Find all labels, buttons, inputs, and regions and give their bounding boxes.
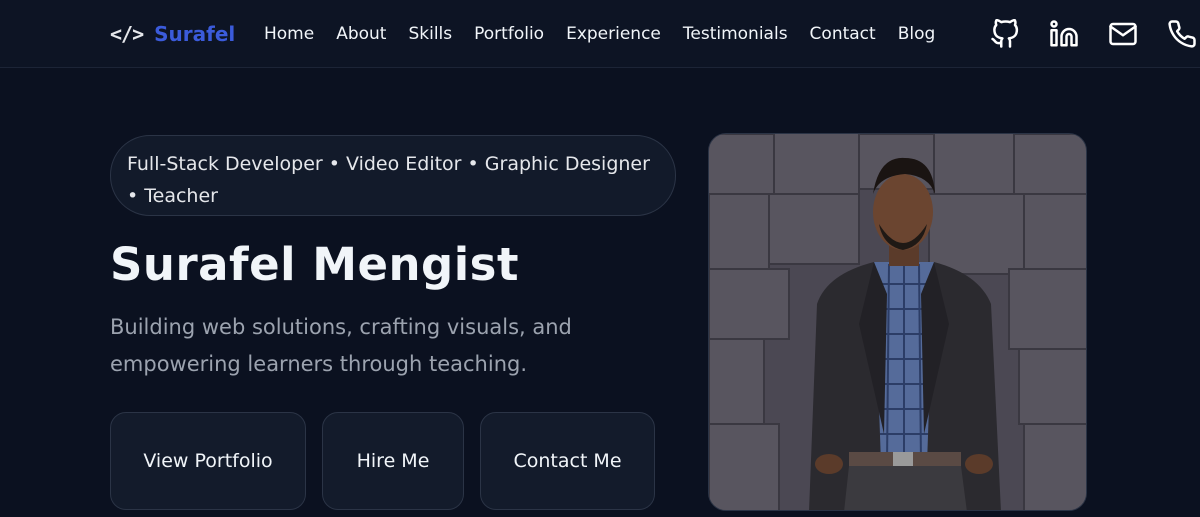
mail-icon[interactable] [1108,19,1138,49]
profile-photo [708,133,1087,511]
navbar: </> Surafel Home About Skills Portfolio … [0,0,1200,68]
nav-link-blog[interactable]: Blog [898,24,936,44]
view-portfolio-button[interactable]: View Portfolio [110,412,306,510]
hero-subtitle: Building web solutions, crafting visuals… [110,315,572,376]
nav-link-contact[interactable]: Contact [810,24,876,44]
role-tagline: Full-Stack Developer • Video Editor • Gr… [110,135,676,216]
nav-links: Home About Skills Portfolio Experience T… [264,22,957,46]
hire-me-button[interactable]: Hire Me [322,412,464,510]
social-links [990,16,1200,52]
contact-me-button[interactable]: Contact Me [480,412,655,510]
nav-link-skills[interactable]: Skills [408,24,452,44]
github-icon[interactable] [990,19,1020,49]
nav-link-about[interactable]: About [336,24,386,44]
brand-name: Surafel [154,22,236,46]
nav-link-home[interactable]: Home [264,24,314,44]
linkedin-icon[interactable] [1049,19,1079,49]
phone-icon[interactable] [1167,19,1197,49]
hero-title: Surafel Mengist [110,238,519,291]
nav-link-testimonials[interactable]: Testimonials [683,24,788,44]
nav-link-portfolio[interactable]: Portfolio [474,24,544,44]
code-icon: </> [110,22,144,46]
brand-logo[interactable]: </> Surafel [110,19,235,49]
nav-link-experience[interactable]: Experience [566,24,661,44]
